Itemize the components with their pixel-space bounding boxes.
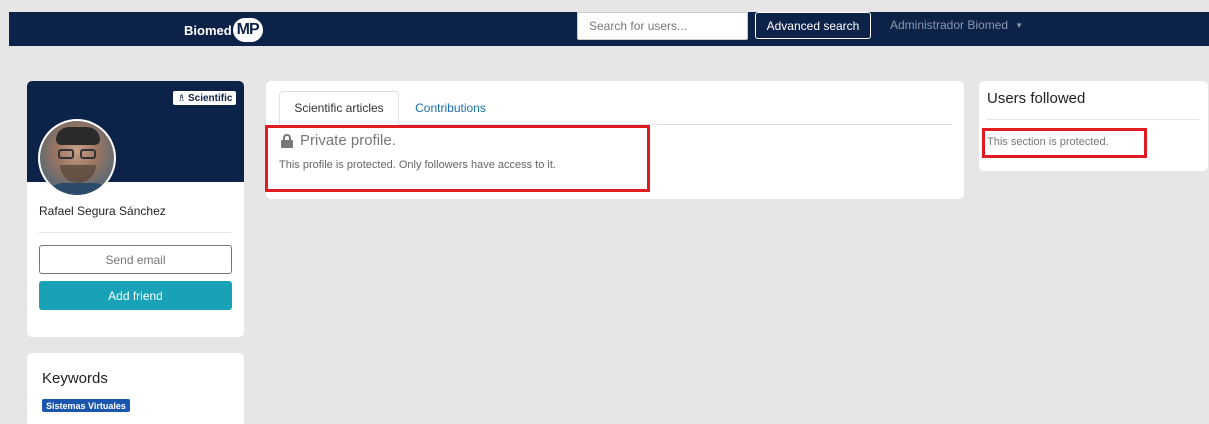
keywords-card: Keywords Sistemas Virtuales [27,353,244,424]
tab-contributions[interactable]: Contributions [403,91,498,125]
keywords-title: Keywords [42,370,108,387]
avatar-photo [40,121,114,195]
keyword-tag[interactable]: Sistemas Virtuales [42,399,130,412]
profile-divider [39,232,231,233]
add-friend-button[interactable]: Add friend [39,281,232,310]
users-followed-divider [987,119,1199,120]
scientific-badge-label: Scientific [187,92,233,104]
highlight-box-users-followed [982,128,1147,158]
highlight-box-private-profile [265,125,650,192]
tab-scientific-articles[interactable]: Scientific articles [279,91,399,125]
user-search-input[interactable] [577,12,748,40]
user-menu-dropdown[interactable]: Administrador Biomed ▼ [890,17,1023,33]
profile-tabs: Scientific articles Contributions [279,91,952,125]
brand-logo[interactable]: Biomed MP [184,18,263,42]
user-menu-label: Administrador Biomed [890,18,1009,32]
avatar [38,119,116,197]
advanced-search-button[interactable]: Advanced search [755,12,871,39]
profile-name: Rafael Segura Sánchez [39,204,166,218]
users-followed-title: Users followed [987,90,1086,107]
caret-down-icon: ▼ [1015,20,1023,30]
scientific-badge: ♗ Scientific [173,91,237,105]
send-email-button[interactable]: Send email [39,245,232,274]
profile-card: ♗ Scientific Rafael Segura Sánchez Send … [27,81,244,337]
brand-text: Biomed [184,22,232,38]
microscope-icon: ♗ [177,92,186,104]
brand-badge: MP [232,18,263,42]
